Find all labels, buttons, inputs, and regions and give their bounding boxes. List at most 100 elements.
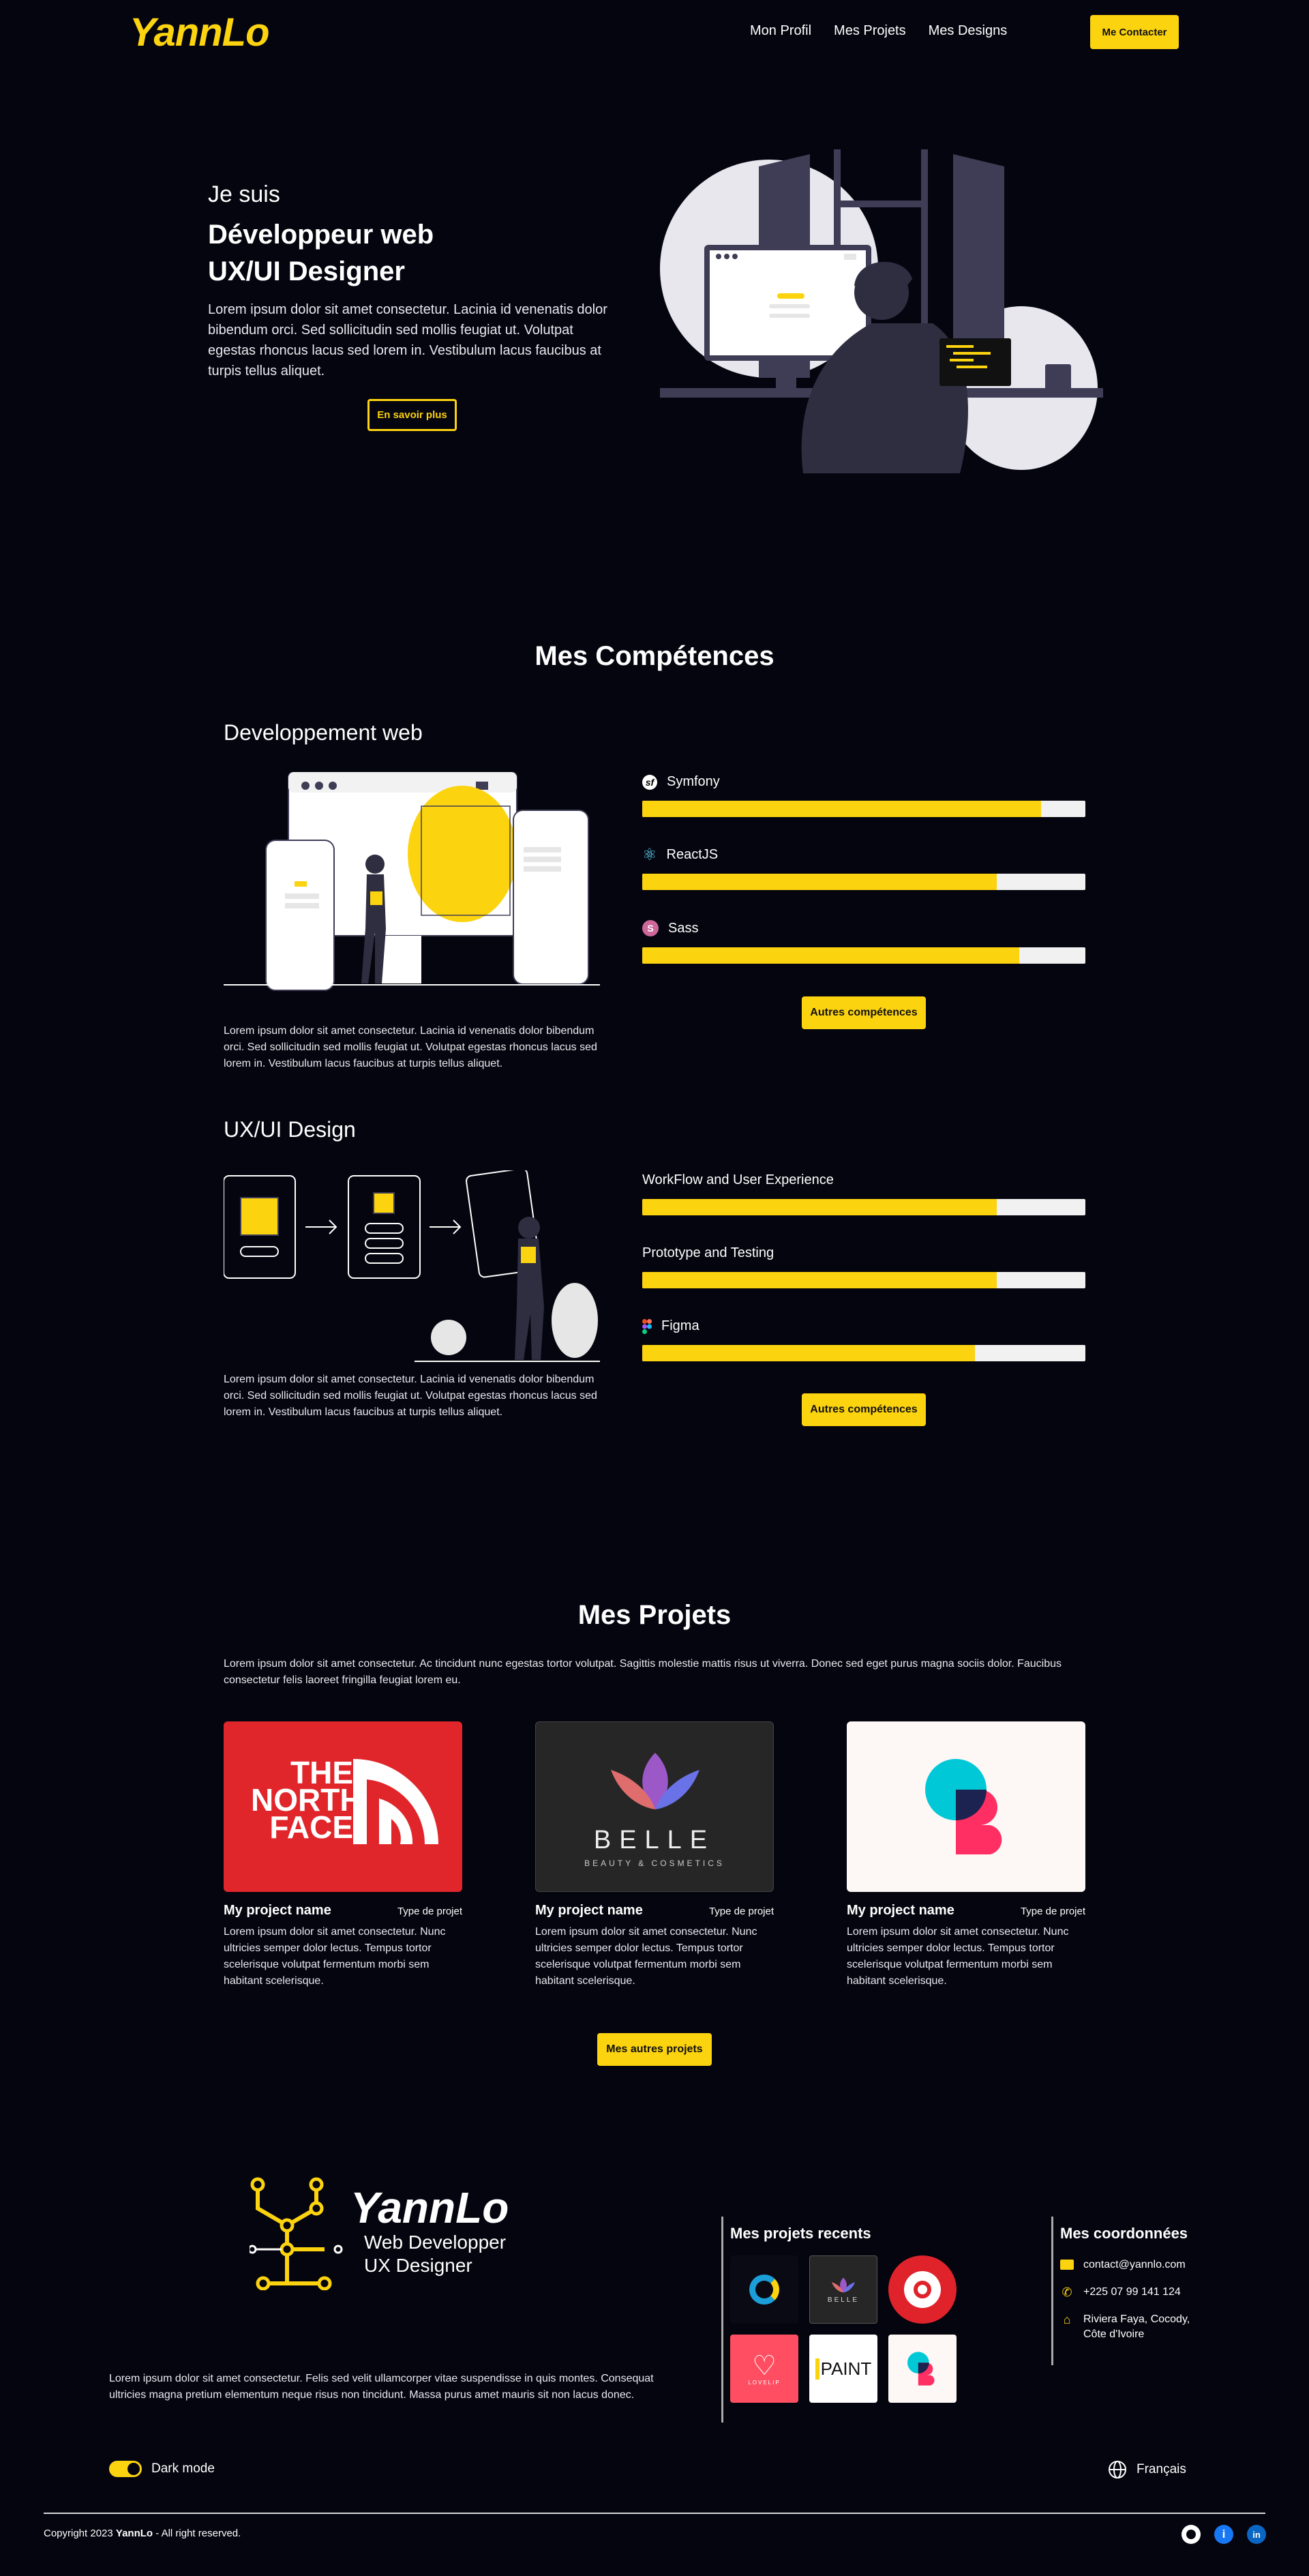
skill-workflow: WorkFlow and User Experience (642, 1172, 1085, 1215)
project-card[interactable]: My project name Type de projet Lorem ips… (847, 1721, 1085, 1989)
contact-button[interactable]: Me Contacter (1090, 15, 1179, 49)
main-nav: Mon Profil Mes Projets Mes Designs (750, 23, 1007, 39)
tablet-line-1 (524, 847, 561, 853)
b-logo-icon (925, 1759, 1002, 1854)
arrow-1-icon (305, 1219, 337, 1234)
monitor-stand (380, 936, 421, 983)
recent-project-thumb[interactable]: PAINT (809, 2335, 877, 2403)
recent-project-thumb[interactable]: ♡ LOVELIP (730, 2335, 798, 2403)
wireframe-image-1 (240, 1197, 279, 1236)
web-dev-illustration (224, 772, 600, 991)
ux-other-skills-button[interactable]: Autres compétences (802, 1393, 926, 1426)
phone-text: +225 07 99 141 124 (1083, 2286, 1181, 2298)
skill-label: Symfony (667, 774, 720, 789)
skill-progress-bar (642, 874, 1085, 890)
web-other-skills-button[interactable]: Autres compétences (802, 996, 926, 1029)
figma-icon (642, 1318, 652, 1334)
language-selector[interactable]: Français (1108, 2460, 1186, 2479)
monitor-stand (776, 361, 796, 388)
skill-progress-bar (642, 947, 1085, 964)
ux-design-illustration (224, 1170, 600, 1362)
project-card[interactable]: BELLE BEAUTY & COSMETICS My project name… (535, 1721, 774, 1989)
recent-projects-title: Mes projets recents (730, 2225, 871, 2242)
ux-design-title: UX/UI Design (224, 1117, 356, 1142)
circuit-logo-icon (250, 2177, 343, 2290)
web-skills-list: sf Symfony ⚛ ReactJS S Sass (642, 774, 1085, 987)
footer-role-1: Web Developper (364, 2232, 507, 2253)
toggle-knob (127, 2463, 140, 2475)
projects-title: Mes Projets (577, 1600, 732, 1630)
monitor-screen (710, 250, 866, 355)
logo-text: YannLo (130, 10, 270, 55)
info-icon[interactable]: i (1214, 2525, 1233, 2544)
leaf-shape (552, 1283, 598, 1358)
skill-label: ReactJS (666, 847, 719, 862)
wireframe-pill-3 (365, 1238, 404, 1249)
contact-address: ⌂ Riviera Faya, Cocody, Côte d'Ivoire (1060, 2312, 1190, 2342)
contact-email[interactable]: contact@yannlo.com (1060, 2257, 1190, 2272)
ux-skills-list: WorkFlow and User Experience Prototype a… (642, 1172, 1085, 1361)
b-logo-icon (907, 2352, 935, 2386)
person-shirt (521, 1247, 536, 1263)
recent-project-thumb[interactable] (888, 2255, 957, 2324)
project-type: Type de projet (1020, 1906, 1085, 1917)
project-card[interactable]: THE NORTH FACE My project name Type de p… (224, 1721, 462, 1989)
north-face-arcs (353, 1759, 438, 1844)
ux-design-description: Lorem ipsum dolor sit amet consectetur. … (224, 1374, 597, 1418)
recent-project-thumb[interactable] (888, 2335, 957, 2403)
skill-label: WorkFlow and User Experience (642, 1172, 834, 1187)
project-image-belle[interactable]: BELLE BEAUTY & COSMETICS (535, 1721, 774, 1892)
toggle-switch[interactable] (109, 2461, 142, 2477)
projects-intro: Lorem ipsum dolor sit amet consectetur. … (224, 1658, 1062, 1686)
person-head (365, 855, 385, 874)
laptop-code-1 (946, 345, 974, 348)
project-image-north-face[interactable]: THE NORTH FACE (224, 1721, 462, 1892)
swirl-logo-icon (749, 2275, 779, 2305)
skill-symfony: sf Symfony (642, 774, 1085, 817)
monitor-yellow-line (777, 293, 804, 299)
person-shirt (370, 891, 382, 905)
social-links: i in (1182, 2525, 1266, 2544)
github-icon[interactable] (1182, 2525, 1201, 2544)
web-dev-description: Lorem ipsum dolor sit amet consectetur. … (224, 1025, 597, 1069)
paint-wordmark: PAINT (815, 2358, 871, 2380)
skill-react: ⚛ ReactJS (642, 846, 1085, 890)
project-description: Lorem ipsum dolor sit amet consectetur. … (847, 1926, 1069, 1987)
lovelip-label: LOVELIP (748, 2379, 781, 2386)
project-description: Lorem ipsum dolor sit amet consectetur. … (224, 1926, 446, 1987)
tablet-line-2 (524, 857, 561, 862)
beats-logo-icon (888, 2255, 957, 2324)
skill-progress-fill (642, 1272, 997, 1288)
address-line-2: Côte d'Ivoire (1083, 2328, 1145, 2340)
nav-mes-designs[interactable]: Mes Designs (929, 23, 1008, 39)
recent-project-thumb[interactable] (730, 2255, 798, 2324)
browser-dot-3 (329, 782, 337, 790)
skill-progress-bar (642, 1345, 1085, 1361)
copyright: Copyright 2023 YannLo - All right reserv… (44, 2528, 241, 2539)
laptop-code-3 (950, 359, 974, 361)
belle-wordmark: BELLE (593, 1826, 716, 1854)
footer-description: Lorem ipsum dolor sit amet consectetur. … (109, 2373, 654, 2401)
hero-description: Lorem ipsum dolor sit amet consectetur. … (208, 302, 607, 379)
recent-project-thumb[interactable]: BELLE (809, 2255, 877, 2324)
dark-mode-label: Dark mode (151, 2461, 215, 2476)
heart-icon: ♡ (752, 2350, 777, 2381)
linkedin-icon[interactable]: in (1247, 2525, 1266, 2544)
monitor-dot-1 (716, 254, 721, 259)
project-image-b-logo[interactable] (847, 1721, 1085, 1892)
project-description: Lorem ipsum dolor sit amet consectetur. … (535, 1926, 757, 1987)
dark-mode-toggle[interactable]: Dark mode (109, 2461, 215, 2477)
nav-mon-profil[interactable]: Mon Profil (750, 23, 811, 39)
skill-progress-fill (642, 947, 1019, 964)
footer-divider-2 (1051, 2217, 1053, 2365)
project-name: My project name (535, 1903, 643, 1918)
skill-sass: S Sass (642, 920, 1085, 964)
learn-more-button[interactable]: En savoir plus (367, 399, 457, 431)
contact-phone[interactable]: ✆ +225 07 99 141 124 (1060, 2285, 1190, 2300)
more-projects-button[interactable]: Mes autres projets (597, 2033, 712, 2066)
web-dev-title: Developpement web (224, 720, 423, 745)
project-type: Type de projet (397, 1906, 462, 1917)
phone-line-2 (285, 903, 319, 908)
nav-mes-projets[interactable]: Mes Projets (834, 23, 906, 39)
site-logo[interactable]: YannLo (130, 10, 270, 55)
